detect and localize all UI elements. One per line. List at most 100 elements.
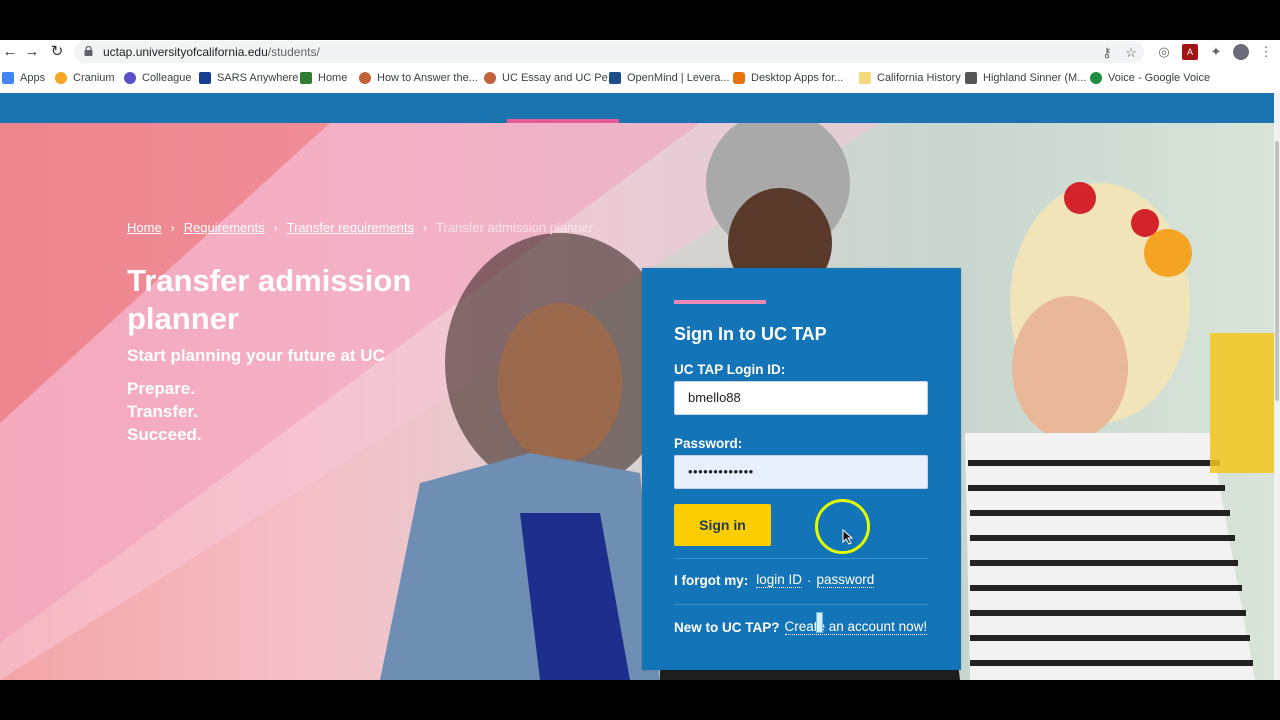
- bookmark-label: OpenMind | Levera...: [627, 72, 730, 84]
- openmind-icon: [609, 72, 621, 84]
- forgot-separator: ·: [807, 572, 812, 588]
- tagline-prepare: Prepare.: [127, 379, 196, 398]
- bookmark-label: How to Answer the...: [377, 72, 478, 84]
- key-icon[interactable]: ⚷: [1099, 45, 1115, 61]
- signin-button[interactable]: Sign in: [674, 504, 771, 546]
- orange-flower: [1144, 229, 1192, 277]
- forgot-links: I forgot my: login ID · password: [674, 572, 875, 588]
- bookmark-label: Home: [318, 72, 348, 84]
- url-path: /students/: [267, 45, 320, 59]
- person-icon: [359, 72, 371, 84]
- star-icon[interactable]: ☆: [1123, 45, 1139, 61]
- breadcrumb-current: Transfer admission planner: [436, 220, 594, 235]
- reload-icon[interactable]: ↻: [49, 43, 65, 61]
- sars-icon: [199, 72, 211, 84]
- puzzle-extensions-icon[interactable]: ✦: [1208, 44, 1224, 60]
- tagline: Prepare. Transfer. Succeed.: [127, 377, 202, 446]
- browser-toolbar: ← → ↻ uctap.universityofcalifornia.edu/s…: [0, 40, 1280, 64]
- bookmark-label: California History: [877, 72, 961, 84]
- breadcrumb-requirements[interactable]: Requirements: [184, 220, 265, 235]
- folder-icon: [859, 72, 871, 84]
- bookmark-label: UC Essay and UC Pe...: [502, 72, 617, 84]
- bookmark-uc-essay[interactable]: UC Essay and UC Pe...: [484, 69, 617, 87]
- back-arrow-icon[interactable]: ←: [2, 43, 18, 61]
- breadcrumb-chevron-icon: ›: [170, 220, 175, 235]
- breadcrumb-transfer-requirements[interactable]: Transfer requirements: [287, 220, 414, 235]
- red-flower: [1064, 182, 1096, 214]
- bookmark-how-to-answer[interactable]: How to Answer the...: [359, 69, 478, 87]
- address-bar[interactable]: uctap.universityofcalifornia.edu/student…: [74, 41, 1144, 63]
- lock-icon: [84, 46, 93, 56]
- home-icon: [300, 72, 312, 84]
- cranium-icon: [55, 72, 67, 84]
- bookmark-california-history[interactable]: California History: [859, 69, 961, 87]
- scrollbar-thumb[interactable]: [1275, 141, 1279, 401]
- signin-card: Sign In to UC TAP UC TAP Login ID: bmell…: [642, 268, 961, 670]
- bookmark-desktop-apps[interactable]: Desktop Apps for...: [733, 69, 843, 87]
- bookmark-openmind[interactable]: OpenMind | Levera...: [609, 69, 730, 87]
- bookmark-label: Colleague: [142, 72, 192, 84]
- webpage: Home › Requirements › Transfer requireme…: [0, 93, 1280, 680]
- hero-banner: Home › Requirements › Transfer requireme…: [0, 123, 1274, 680]
- forgot-login-id-link[interactable]: login ID: [756, 572, 803, 588]
- breadcrumb: Home › Requirements › Transfer requireme…: [127, 220, 593, 235]
- password-label: Password:: [674, 436, 743, 451]
- site-nav-bar: [0, 93, 1274, 123]
- page-scrollbar[interactable]: [1274, 93, 1280, 680]
- card-divider: [674, 604, 928, 605]
- extension-circle-icon[interactable]: ◎: [1156, 44, 1172, 60]
- bookmarks-bar: Apps Cranium Colleague SARS Anywhere Hom…: [0, 67, 1280, 89]
- click-highlight-ring: [815, 499, 870, 554]
- forgot-label: I forgot my:: [674, 572, 749, 588]
- bookmark-cranium[interactable]: Cranium: [55, 69, 115, 87]
- person-left-face: [498, 303, 622, 463]
- desktop-apps-icon: [733, 72, 745, 84]
- bookmark-apps[interactable]: Apps: [2, 69, 45, 87]
- tagline-transfer: Transfer.: [127, 402, 198, 421]
- yellow-sign-background: [1210, 333, 1274, 473]
- create-account-row: New to UC TAP? Create an account now!: [674, 619, 928, 635]
- forward-arrow-icon[interactable]: →: [24, 43, 40, 61]
- bookmark-label: Desktop Apps for...: [751, 72, 844, 84]
- new-to-label: New to UC TAP?: [674, 619, 780, 635]
- page-subtitle: Start planning your future at UC: [127, 346, 385, 365]
- login-id-input[interactable]: bmello88: [674, 381, 928, 415]
- google-voice-icon: [1090, 72, 1102, 84]
- card-divider: [674, 558, 928, 559]
- bookmark-highland-sinner[interactable]: Highland Sinner (M...: [965, 69, 1086, 87]
- colleague-icon: [124, 72, 136, 84]
- mouse-pointer-icon: [842, 529, 854, 545]
- password-input[interactable]: •••••••••••••: [674, 455, 928, 489]
- apps-grid-icon: [2, 72, 14, 84]
- breadcrumb-chevron-icon: ›: [273, 220, 278, 235]
- bookmark-label: Apps: [20, 72, 46, 84]
- page-title: Transfer admission planner: [127, 263, 412, 336]
- forgot-password-link[interactable]: password: [816, 572, 875, 588]
- red-flower: [1131, 209, 1159, 237]
- highland-icon: [965, 72, 977, 84]
- bookmark-home[interactable]: Home: [300, 69, 347, 87]
- bookmark-label: Voice - Google Voice: [1108, 72, 1211, 84]
- video-top-letterbox: [0, 0, 1280, 40]
- tagline-succeed: Succeed.: [127, 425, 202, 444]
- menu-kebab-icon[interactable]: ⋮: [1258, 44, 1274, 60]
- bookmark-google-voice[interactable]: Voice - Google Voice: [1090, 69, 1210, 87]
- person-icon: [484, 72, 496, 84]
- bookmark-sars-anywhere[interactable]: SARS Anywhere: [199, 69, 298, 87]
- bookmark-label: SARS Anywhere: [217, 72, 299, 84]
- breadcrumb-chevron-icon: ›: [423, 220, 428, 235]
- video-bottom-letterbox: [0, 680, 1280, 720]
- browser-chrome: ← → ↻ uctap.universityofcalifornia.edu/s…: [0, 40, 1280, 94]
- bookmark-colleague[interactable]: Colleague: [124, 69, 192, 87]
- pdf-extension-icon[interactable]: A: [1182, 44, 1198, 60]
- breadcrumb-home[interactable]: Home: [127, 220, 162, 235]
- login-id-label: UC TAP Login ID:: [674, 362, 786, 377]
- person-right-face: [1012, 296, 1128, 440]
- bookmark-label: Cranium: [73, 72, 115, 84]
- create-account-link[interactable]: Create an account now!: [784, 619, 928, 635]
- url-host: uctap.universityofcalifornia.edu: [103, 45, 268, 59]
- profile-avatar[interactable]: [1233, 44, 1249, 60]
- signin-heading: Sign In to UC TAP: [674, 324, 827, 344]
- url-text: uctap.universityofcalifornia.edu/student…: [103, 45, 320, 59]
- bookmark-label: Highland Sinner (M...: [983, 72, 1087, 84]
